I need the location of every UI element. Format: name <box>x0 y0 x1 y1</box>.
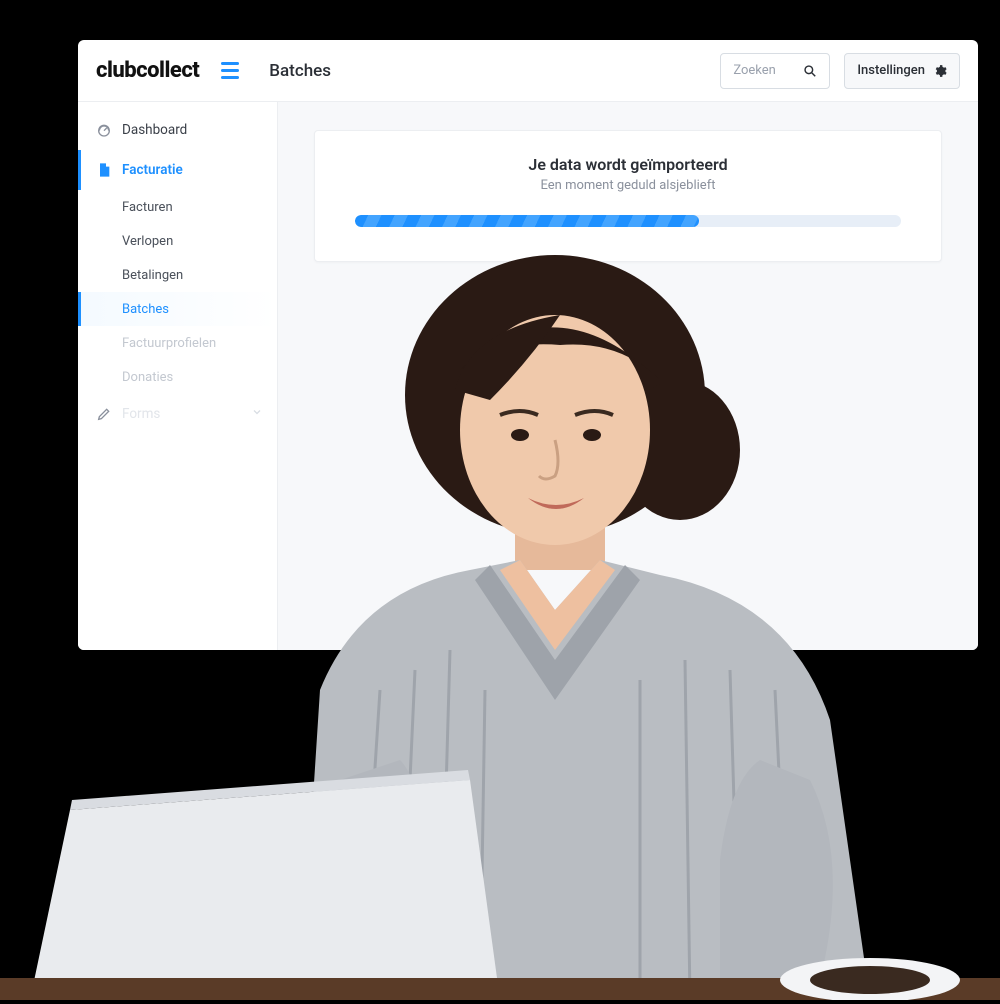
import-progress-card: Je data wordt geïmporteerd Een moment ge… <box>314 130 942 262</box>
sidebar-item-label: Forms <box>122 406 160 422</box>
progress-bar <box>355 215 901 227</box>
chevron-down-icon <box>251 406 263 422</box>
sidebar-item-label: Donaties <box>122 370 173 385</box>
sidebar-item-label: Facturen <box>122 200 173 215</box>
sidebar: Dashboard Facturatie Facturen Verlopen B… <box>78 102 278 650</box>
forms-icon <box>96 406 112 422</box>
sidebar-item-betalingen[interactable]: Betalingen <box>78 258 277 292</box>
sidebar-item-verlopen[interactable]: Verlopen <box>78 224 277 258</box>
brand-logo[interactable]: clubcollect <box>96 58 199 83</box>
import-title: Je data wordt geïmporteerd <box>355 155 901 174</box>
app-body: Dashboard Facturatie Facturen Verlopen B… <box>78 102 978 650</box>
document-icon <box>96 162 112 178</box>
sidebar-item-donaties[interactable]: Donaties <box>78 360 277 394</box>
sidebar-item-factuurprofielen[interactable]: Factuurprofielen <box>78 326 277 360</box>
search-input[interactable]: Zoeken <box>720 53 830 89</box>
app-window: clubcollect Batches Zoeken Instellingen … <box>78 40 978 650</box>
page-title: Batches <box>269 61 331 81</box>
sidebar-item-label: Betalingen <box>122 268 183 283</box>
sidebar-item-label: Facturatie <box>122 162 183 178</box>
sidebar-item-dashboard[interactable]: Dashboard <box>78 110 277 150</box>
settings-button[interactable]: Instellingen <box>844 53 960 89</box>
import-subtitle: Een moment geduld alsjeblieft <box>355 178 901 193</box>
gear-icon <box>933 64 947 78</box>
sidebar-item-facturen[interactable]: Facturen <box>78 190 277 224</box>
sidebar-item-label: Factuurprofielen <box>122 336 216 351</box>
progress-fill <box>355 215 699 227</box>
sidebar-item-label: Verlopen <box>122 234 173 249</box>
search-icon <box>803 64 817 78</box>
sidebar-item-label: Dashboard <box>122 122 187 138</box>
header-bar: clubcollect Batches Zoeken Instellingen <box>78 40 978 102</box>
sidebar-item-batches[interactable]: Batches <box>78 292 277 326</box>
main-content: Je data wordt geïmporteerd Een moment ge… <box>278 102 978 650</box>
sidebar-item-label: Batches <box>122 302 169 317</box>
sidebar-item-facturatie[interactable]: Facturatie <box>78 150 277 190</box>
menu-toggle-icon[interactable] <box>221 59 245 83</box>
sidebar-item-forms[interactable]: Forms <box>78 394 277 434</box>
search-placeholder: Zoeken <box>733 63 776 78</box>
brand-text: clubcollect <box>96 58 199 83</box>
dashboard-icon <box>96 122 112 138</box>
settings-label: Instellingen <box>857 63 925 78</box>
